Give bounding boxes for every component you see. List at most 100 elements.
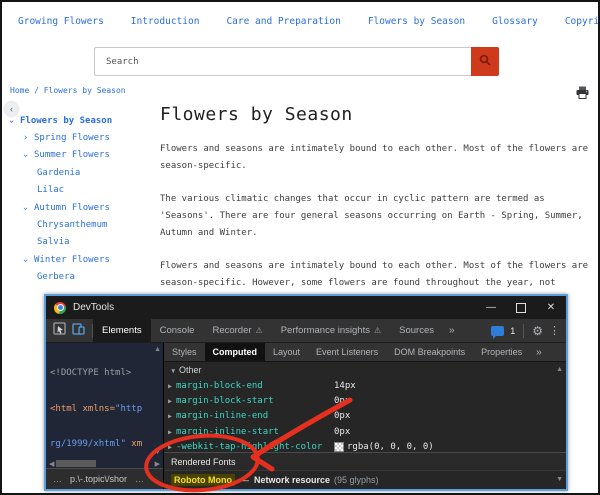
nav-item-introduction[interactable]: Introduction <box>131 16 200 27</box>
device-toolbar-icon[interactable] <box>72 322 85 340</box>
nav-item-glossary[interactable]: Glossary <box>492 16 538 27</box>
minimize-button[interactable]: — <box>476 296 506 319</box>
chevron-down-icon[interactable]: › <box>9 116 20 126</box>
tab-layout[interactable]: Layout <box>265 343 308 361</box>
sidebar-tabs: Styles Computed Layout Event Listeners D… <box>164 343 566 362</box>
sidebar-item-lilac[interactable]: Lilac <box>2 182 156 199</box>
kebab-menu-icon[interactable]: ⋮ <box>549 324 560 337</box>
computed-property-row: ▶ margin-inline-start 0px <box>164 424 566 439</box>
more-tabs-icon[interactable]: » <box>530 347 548 358</box>
expand-property-icon[interactable]: ▶ <box>164 443 176 451</box>
toolbar-icons <box>46 322 92 340</box>
search-button[interactable] <box>471 47 499 76</box>
color-swatch[interactable] <box>334 442 344 452</box>
chevron-down-icon[interactable]: › <box>23 255 34 265</box>
styles-sidebar-panel: Styles Computed Layout Event Listeners D… <box>164 343 566 489</box>
chevron-down-icon[interactable]: › <box>23 203 34 213</box>
tab-performance-insights[interactable]: Performance insights⚠ <box>272 319 390 342</box>
expand-property-icon[interactable]: ▶ <box>164 382 176 390</box>
rendered-font-name: Roboto Mono <box>171 474 235 486</box>
scrollbar-thumb[interactable] <box>56 460 96 467</box>
dom-tree: <!DOCTYPE html> <html xmlns="http rg/199… <box>46 343 163 459</box>
search-bar <box>94 47 499 76</box>
tab-recorder[interactable]: Recorder⚠ <box>203 319 271 342</box>
tab-sources[interactable]: Sources <box>390 319 443 342</box>
scroll-down-icon[interactable]: ▼ <box>556 476 563 483</box>
scroll-down-icon[interactable]: ▼ <box>154 449 161 456</box>
expand-property-icon[interactable]: ▶ <box>164 428 176 436</box>
close-button[interactable]: ✕ <box>536 296 566 319</box>
more-tabs-icon[interactable]: » <box>443 325 461 336</box>
rendered-fonts-row: Roboto Mono — Network resource (95 glyph… <box>164 470 566 489</box>
toolbar-separator <box>523 324 524 338</box>
sidebar-item-flowers-by-season[interactable]: › Flowers by Season <box>2 112 156 129</box>
sidebar-item-summer-flowers[interactable]: › Summer Flowers <box>2 147 156 164</box>
warning-icon: ⚠ <box>256 326 263 335</box>
search-icon <box>479 54 491 69</box>
expand-property-icon[interactable]: ▶ <box>164 412 176 420</box>
tab-elements[interactable]: Elements <box>93 319 151 342</box>
paragraph: Flowers and seasons are intimately bound… <box>160 141 596 175</box>
sidebar-item-chrysanthemum[interactable]: Chrysanthemum <box>2 216 156 233</box>
search-input[interactable] <box>94 47 471 76</box>
chevron-down-icon[interactable]: › <box>23 150 34 160</box>
computed-property-row: ▶ margin-block-end 14px <box>164 378 566 393</box>
chrome-icon <box>54 302 66 314</box>
elements-breadcrumb-bar: … p.\-.topic\/shor … <box>46 468 163 489</box>
devtools-window-title: DevTools <box>73 302 114 313</box>
gear-icon[interactable]: ⚙ <box>532 324 543 338</box>
nav-brand[interactable]: Growing Flowers <box>18 16 104 27</box>
window-controls: — ✕ <box>476 296 566 319</box>
scroll-right-icon[interactable]: ▶ <box>155 460 160 468</box>
tab-styles[interactable]: Styles <box>164 343 205 361</box>
sidebar-item-winter-flowers[interactable]: › Winter Flowers <box>2 251 156 268</box>
computed-properties: ▼ Other ▶ margin-block-end 14px ▶ margin… <box>164 362 566 452</box>
chevron-right-icon[interactable]: › <box>23 133 34 143</box>
computed-property-row: ▶ margin-inline-end 0px <box>164 409 566 424</box>
issues-count: 1 <box>510 326 515 336</box>
paragraph: The various climatic changes that occur … <box>160 191 596 242</box>
sidebar-item-gardenia[interactable]: Gardenia <box>2 164 156 181</box>
horizontal-scrollbar[interactable]: ◀ ▶ <box>46 459 163 468</box>
computed-property-row: ▶ -webkit-tap-highlight-color rgba(0, 0,… <box>164 440 566 452</box>
scroll-left-icon[interactable]: ◀ <box>49 460 54 468</box>
top-nav: Growing Flowers Introduction Care and Pr… <box>18 10 586 32</box>
font-glyph-count: (95 glyphs) <box>334 475 379 485</box>
issues-icon[interactable] <box>491 326 504 336</box>
sidebar-item-spring-flowers[interactable]: › Spring Flowers <box>2 129 156 146</box>
devtools-window: DevTools — ✕ <box>44 294 568 491</box>
maximize-button[interactable] <box>506 296 536 319</box>
sidebar-tree: › Flowers by Season › Spring Flowers › S… <box>2 112 156 286</box>
section-collapse-icon: ▼ <box>170 368 176 375</box>
nav-item-care-and-preparation[interactable]: Care and Preparation <box>226 16 340 27</box>
screenshot-page: Growing Flowers Introduction Care and Pr… <box>0 0 600 495</box>
main-content: Flowers by Season Flowers and seasons ar… <box>160 104 596 325</box>
print-icon[interactable] <box>576 84 589 103</box>
expand-property-icon[interactable]: ▶ <box>164 397 176 405</box>
tab-console[interactable]: Console <box>151 319 204 342</box>
page-title: Flowers by Season <box>160 104 596 125</box>
breadcrumb-overflow-right[interactable]: … <box>135 474 144 484</box>
breadcrumb-overflow-left[interactable]: … <box>53 474 62 484</box>
warning-icon: ⚠ <box>374 326 381 335</box>
tab-event-listeners[interactable]: Event Listeners <box>308 343 386 361</box>
rendered-fonts-header: Rendered Fonts <box>164 452 566 470</box>
computed-property-row: ▶ margin-block-start 0px <box>164 393 566 408</box>
breadcrumb[interactable]: Home / Flowers by Season <box>10 86 126 95</box>
section-header[interactable]: ▼ Other <box>164 363 566 378</box>
maximize-icon <box>516 303 526 313</box>
breadcrumb-node[interactable]: p.\-.topic\/shor <box>70 474 127 484</box>
tab-properties[interactable]: Properties <box>473 343 530 361</box>
sidebar-item-gerbera[interactable]: Gerbera <box>2 269 156 286</box>
nav-item-flowers-by-season[interactable]: Flowers by Season <box>368 16 465 27</box>
scroll-up-icon[interactable]: ▲ <box>154 346 161 353</box>
scroll-up-icon[interactable]: ▲ <box>556 366 563 373</box>
inspect-element-icon[interactable] <box>53 322 66 340</box>
nav-item-copyright[interactable]: Copyright <box>565 16 600 27</box>
sidebar-item-salvia[interactable]: Salvia <box>2 234 156 251</box>
font-source: Network resource <box>254 475 330 485</box>
tab-dom-breakpoints[interactable]: DOM Breakpoints <box>386 343 473 361</box>
dash-separator: — <box>240 475 249 485</box>
tab-computed[interactable]: Computed <box>205 343 266 361</box>
sidebar-item-autumn-flowers[interactable]: › Autumn Flowers <box>2 199 156 216</box>
